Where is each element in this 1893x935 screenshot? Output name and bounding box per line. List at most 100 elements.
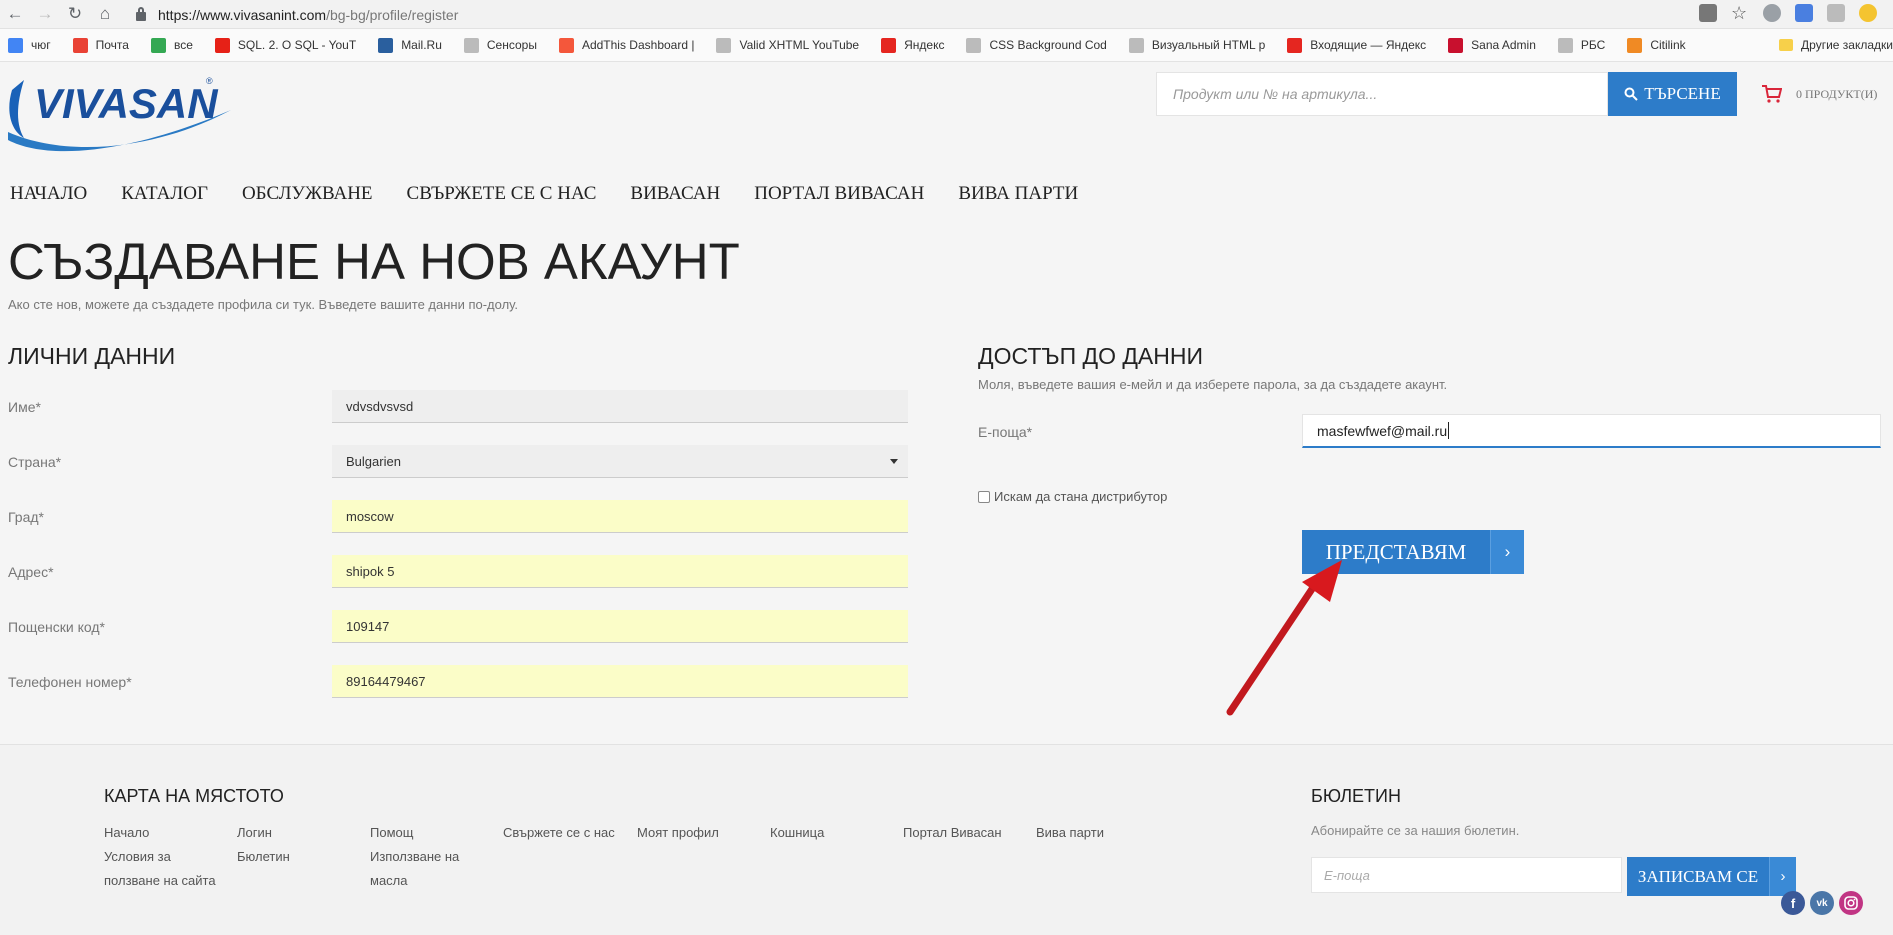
bookmark-item[interactable]: Sana Admin: [1448, 37, 1536, 53]
bookmark-favicon-icon: [716, 37, 732, 53]
footer-link-oils[interactable]: Използване на: [370, 845, 459, 869]
newsletter-desc: Абонирайте се за нашия бюлетин.: [1311, 823, 1520, 838]
translator-ext-icon[interactable]: [1795, 4, 1813, 22]
phone-label: Телефонен номер*: [8, 674, 132, 690]
emoji-ext-icon[interactable]: [1859, 4, 1877, 22]
bookmark-item[interactable]: Citilink: [1627, 37, 1686, 53]
email-field[interactable]: masfewfwef@mail.ru: [1302, 414, 1881, 448]
nav-item[interactable]: НАЧАЛО: [10, 183, 87, 205]
bookmark-favicon-icon: [8, 37, 23, 53]
nav-item[interactable]: ПОРТАЛ ВИВАСАН: [754, 183, 924, 205]
other-bookmarks[interactable]: Другие закладки: [1779, 38, 1893, 52]
footer-link-contact[interactable]: Свържете се с нас: [503, 821, 615, 845]
bookmark-favicon-icon: [1627, 37, 1643, 53]
product-search: ТЪРСЕНЕ: [1156, 72, 1737, 116]
registered-mark: ®: [206, 76, 213, 86]
bookmark-item[interactable]: все: [150, 37, 193, 53]
globe-icon[interactable]: [1763, 4, 1781, 22]
nav-item[interactable]: ВИВА ПАРТИ: [958, 183, 1078, 205]
bookmark-favicon-icon: [1128, 37, 1144, 53]
footer-link-cart[interactable]: Кошница: [770, 821, 824, 845]
footer-link-home[interactable]: Начало: [104, 821, 149, 845]
bookmark-item[interactable]: CSS Background Cod: [966, 37, 1107, 53]
search-icon: [1624, 87, 1638, 101]
forward-icon[interactable]: →: [30, 0, 60, 29]
lock-icon: [136, 7, 146, 21]
address-field[interactable]: shipok 5: [332, 555, 908, 588]
bookmark-favicon-icon: [1448, 37, 1464, 53]
bookmark-favicon-icon: [1287, 37, 1303, 53]
bookmark-item[interactable]: чюг: [8, 37, 51, 53]
bookmark-item[interactable]: AddThis Dashboard |: [558, 37, 694, 53]
reload-icon[interactable]: ↻: [60, 0, 90, 29]
url-path: /bg-bg/profile/register: [326, 6, 459, 23]
access-data-title: ДОСТЪП ДО ДАННИ: [978, 343, 1204, 369]
city-label: Град*: [8, 509, 44, 525]
city-field[interactable]: moscow: [332, 500, 908, 533]
url-host: https://www.vivasanint.com: [158, 6, 327, 23]
bookmark-favicon-icon: [150, 37, 166, 53]
newsletter-email-input[interactable]: [1311, 857, 1622, 893]
bookmark-item[interactable]: Mail.Ru: [378, 37, 442, 53]
facebook-icon[interactable]: f: [1781, 891, 1805, 915]
search-button[interactable]: ТЪРСЕНЕ: [1608, 72, 1737, 116]
instagram-glyph: [1844, 896, 1858, 910]
extension-icons: ☆: [1699, 4, 1877, 22]
chevron-down-icon: [890, 459, 898, 464]
footer-link-profile[interactable]: Моят профил: [637, 821, 719, 845]
postal-code-label: Пощенски код*: [8, 619, 105, 635]
search-input[interactable]: [1156, 72, 1608, 116]
shield-ext-icon[interactable]: [1827, 4, 1845, 22]
footer-link-login[interactable]: Логин: [237, 821, 272, 845]
bookmark-item[interactable]: SQL. 2. O SQL - YouT: [214, 37, 356, 53]
home-icon[interactable]: ⌂: [90, 0, 120, 29]
email-label: Е-поща*: [978, 424, 1033, 440]
bookmark-item[interactable]: Valid XHTML YouTube: [716, 37, 859, 53]
cart-count: 0 ПРОДУКТ(И): [1796, 86, 1878, 101]
vivasan-logo[interactable]: VIVASAN ®: [6, 70, 232, 155]
bookmark-item[interactable]: Яндекс: [881, 37, 944, 53]
phone-field[interactable]: 89164479467: [332, 665, 908, 698]
star-icon[interactable]: ☆: [1731, 4, 1749, 22]
bookmark-item[interactable]: РБС: [1557, 37, 1605, 53]
footer-link-terms[interactable]: Условия за: [104, 845, 171, 869]
bookmark-favicon-icon: [1557, 37, 1573, 53]
vk-icon[interactable]: vk: [1810, 891, 1834, 915]
access-data-desc: Моля, въведете вашия е-мейл и да изберет…: [978, 377, 1448, 392]
postal-code-field[interactable]: 109147: [332, 610, 908, 643]
distributor-option[interactable]: Искам да стана дистрибутор: [978, 489, 1167, 504]
back-icon[interactable]: ←: [0, 0, 30, 29]
nav-item[interactable]: СВЪРЖЕТЕ СЕ С НАС: [407, 183, 597, 205]
footer-link-party[interactable]: Вива парти: [1036, 821, 1104, 845]
bookmark-item[interactable]: Визуальный HTML р: [1128, 37, 1265, 53]
cart-icon: [1762, 85, 1782, 103]
address-bar[interactable]: https://www.vivasanint.com/bg-bg/profile…: [136, 3, 1656, 26]
bookmark-item[interactable]: Сенсоры: [463, 37, 537, 53]
bookmark-item[interactable]: Входящие — Яндекс: [1287, 37, 1426, 53]
bookmarks-bar: чюг Почта все SQL. 2. O SQL - YouT Mail.Ru Се…: [0, 29, 1893, 62]
footer-link-portal[interactable]: Портал Вивасан: [903, 821, 1002, 845]
name-label: Име*: [8, 399, 41, 415]
bookmark-favicon-icon: [881, 37, 897, 53]
browser-toolbar: ← → ↻ ⌂ https://www.vivasanint.com/bg-bg…: [0, 0, 1893, 29]
footer-link-help[interactable]: Помощ: [370, 821, 413, 845]
page-subtitle: Ако сте нов, можете да създадете профила…: [8, 297, 518, 312]
bookmark-item[interactable]: Почта: [72, 37, 129, 53]
country-select[interactable]: Bulgarien: [332, 445, 908, 478]
cart[interactable]: 0 ПРОДУКТ(И): [1762, 85, 1877, 103]
text-caret: [1448, 422, 1450, 439]
annotation-arrow-icon: [1226, 560, 1342, 716]
translate-icon[interactable]: [1699, 4, 1717, 22]
instagram-icon[interactable]: [1839, 891, 1863, 915]
distributor-checkbox[interactable]: [978, 490, 990, 503]
name-field[interactable]: vdvsdvsvsd: [332, 390, 908, 423]
subscribe-button[interactable]: ЗАПИСВАМ СЕ ›: [1627, 857, 1796, 896]
footer-link-oils-cont[interactable]: масла: [370, 869, 407, 893]
folder-icon: [1779, 39, 1794, 51]
nav-item[interactable]: ВИВАСАН: [630, 183, 720, 205]
bookmark-favicon-icon: [214, 37, 230, 53]
footer-link-terms-cont[interactable]: ползване на сайта: [104, 869, 216, 893]
footer-link-newsletter[interactable]: Бюлетин: [237, 845, 290, 869]
nav-item[interactable]: ОБСЛУЖВАНЕ: [242, 183, 373, 205]
nav-item[interactable]: КАТАЛОГ: [121, 183, 208, 205]
